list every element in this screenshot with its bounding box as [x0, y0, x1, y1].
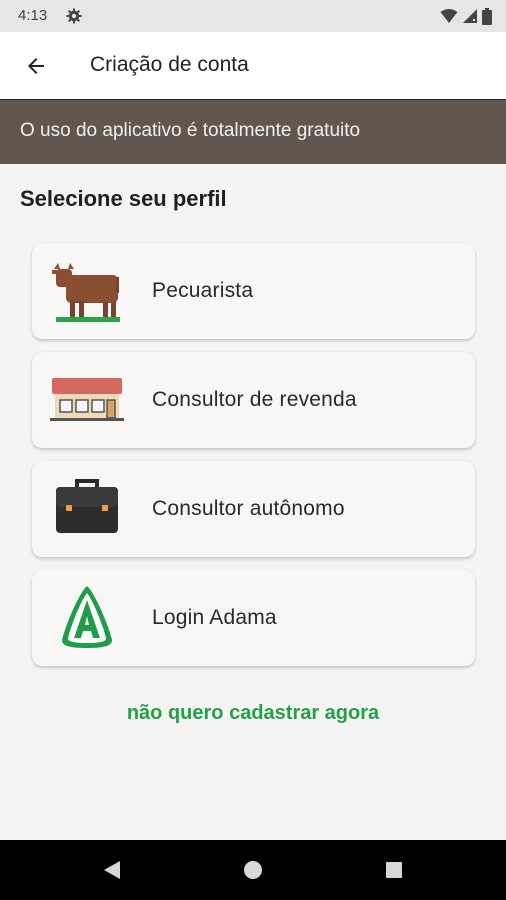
cow-icon [52, 263, 120, 322]
skip-registration-link[interactable]: não quero cadastrar agora [0, 702, 506, 725]
status-icons [440, 7, 492, 25]
status-time: 4:13 [18, 7, 48, 24]
profile-card-consultor-autonomo[interactable]: Consultor autônomo [32, 461, 475, 557]
back-button[interactable] [14, 44, 58, 88]
profile-label: Consultor de revenda [152, 388, 357, 411]
app-bar: Criação de conta [0, 32, 506, 99]
recents-square-icon[interactable] [382, 858, 406, 882]
home-circle-icon[interactable] [241, 858, 265, 882]
profile-card-consultor-revenda[interactable]: Consultor de revenda [32, 352, 475, 448]
profile-label: Pecuarista [152, 279, 254, 302]
profile-label: Consultor autônomo [152, 497, 345, 520]
status-bar: 4:13 [0, 0, 506, 32]
gear-icon [66, 8, 82, 24]
section-title: Selecione seu perfil [20, 186, 227, 211]
store-icon [50, 378, 124, 421]
wifi-icon [440, 9, 458, 23]
briefcase-icon [56, 479, 118, 533]
page-title: Criação de conta [90, 53, 249, 76]
arrow-left-icon [28, 58, 44, 74]
profile-card-login-adama[interactable]: Login Adama [32, 570, 475, 666]
profile-card-pecuarista[interactable]: Pecuarista [32, 243, 475, 339]
free-usage-banner: O uso do aplicativo é totalmente gratuit… [0, 99, 506, 164]
signal-icon [463, 9, 477, 23]
battery-icon [482, 7, 492, 25]
profile-label: Login Adama [152, 606, 277, 629]
system-nav-bar [0, 840, 506, 900]
back-triangle-icon[interactable] [100, 858, 124, 882]
adama-logo-icon [62, 586, 112, 648]
